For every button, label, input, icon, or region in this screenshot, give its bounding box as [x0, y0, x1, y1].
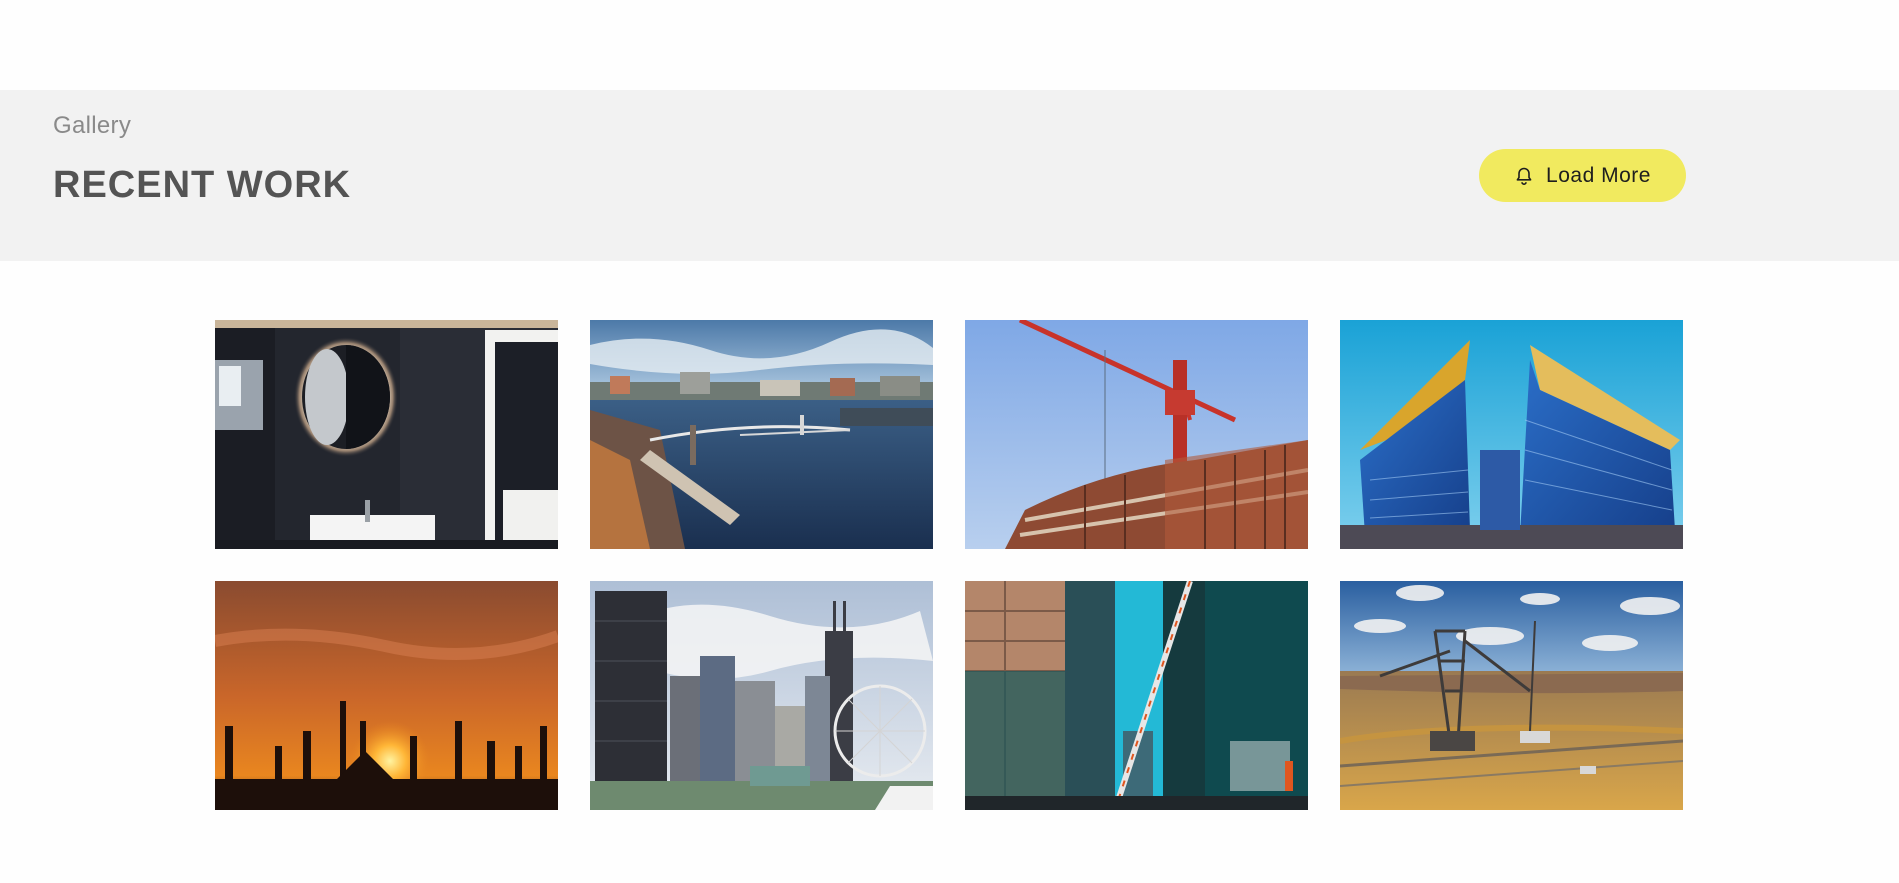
- gallery-image-riverside-city[interactable]: [590, 320, 933, 549]
- gallery-header: Gallery RECENT WORK Load More: [0, 90, 1899, 261]
- gallery-image-construction-crane[interactable]: [965, 320, 1308, 549]
- top-spacer: [0, 0, 1899, 90]
- load-more-button[interactable]: Load More: [1479, 149, 1686, 202]
- gallery-image-sunset-construction-silhouette[interactable]: [215, 581, 558, 810]
- gallery-image-chicago-skyline-ferris-wheel[interactable]: [590, 581, 933, 810]
- gallery-image-bathroom-mirror[interactable]: [215, 320, 558, 549]
- gallery-image-glass-office-buildings[interactable]: [1340, 320, 1683, 549]
- gallery-image-mining-excavator[interactable]: [1340, 581, 1683, 810]
- gallery-grid: [215, 320, 1685, 810]
- gallery-image-street-crane-skyscrapers[interactable]: [965, 581, 1308, 810]
- bell-icon: [1514, 166, 1534, 186]
- load-more-label: Load More: [1546, 163, 1651, 187]
- page-title: RECENT WORK: [53, 164, 352, 206]
- section-eyebrow: Gallery: [53, 112, 132, 139]
